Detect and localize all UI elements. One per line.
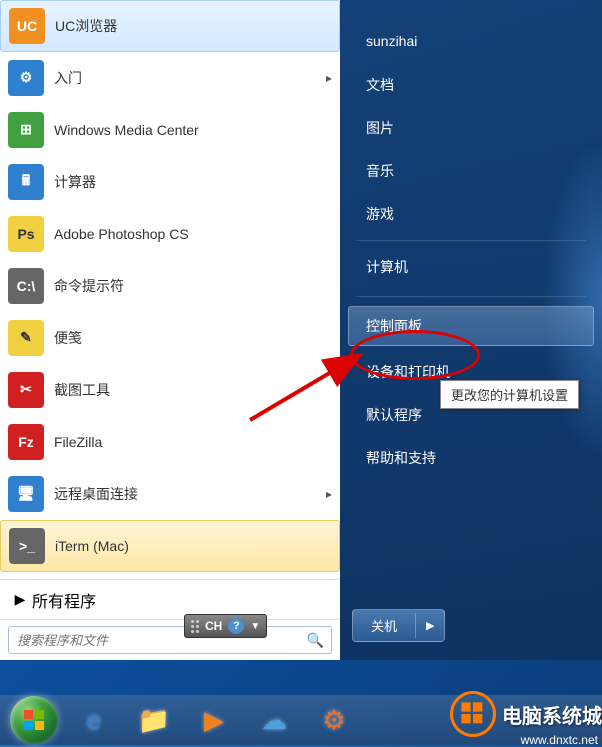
explorer-icon: 📁 <box>138 705 170 736</box>
right-item-图片[interactable]: 图片 <box>348 108 594 148</box>
right-item-音乐[interactable]: 音乐 <box>348 151 594 191</box>
program-label: 入门 <box>54 68 82 88</box>
taskbar-cloud-icon[interactable]: ☁ <box>246 699 302 741</box>
taskbar-settings-icon[interactable]: ⚙ <box>306 699 362 741</box>
getting-started-icon: ⚙ <box>8 60 44 96</box>
filezilla-icon: Fz <box>8 424 44 460</box>
shutdown-button[interactable]: 关机 ▶ <box>352 609 445 642</box>
user-name-link[interactable]: sunzihai <box>348 23 594 59</box>
media-center-icon: ⊞ <box>8 112 44 148</box>
shutdown-options-arrow[interactable]: ▶ <box>415 613 444 638</box>
program-label: iTerm (Mac) <box>55 538 129 554</box>
snipping-tool-icon: ✂ <box>8 372 44 408</box>
all-programs-label: 所有程序 <box>32 588 96 612</box>
cmd-icon: C:\ <box>8 268 44 304</box>
start-menu: UC UC浏览器 ⚙ 入门 ⊞ Windows Media Center 🖩 计算器 Ps Ado… <box>0 0 602 660</box>
program-item-0[interactable]: UC UC浏览器 <box>0 0 340 52</box>
program-item-7[interactable]: ✂ 截图工具 <box>0 364 340 416</box>
cloud-icon: ☁ <box>261 705 287 736</box>
program-list: UC UC浏览器 ⚙ 入门 ⊞ Windows Media Center 🖩 计算器 Ps Ado… <box>0 0 340 579</box>
program-label: 计算器 <box>54 172 96 192</box>
program-label: UC浏览器 <box>55 16 117 36</box>
ime-language-label[interactable]: CH <box>205 619 222 633</box>
ime-dropdown-icon[interactable]: ▼ <box>250 621 260 632</box>
program-item-9[interactable]: 🖥 远程桌面连接 <box>0 468 340 520</box>
program-label: Adobe Photoshop CS <box>54 226 189 242</box>
right-item-帮助和支持[interactable]: 帮助和支持 <box>348 438 594 478</box>
separator <box>356 296 586 297</box>
program-item-4[interactable]: Ps Adobe Photoshop CS <box>0 208 340 260</box>
separator <box>356 240 586 241</box>
start-button[interactable] <box>6 699 62 741</box>
windows-orb-icon <box>10 696 58 744</box>
arrow-right-icon: ▶ <box>8 591 32 608</box>
taskbar-explorer-icon[interactable]: 📁 <box>126 699 182 741</box>
program-item-5[interactable]: C:\ 命令提示符 <box>0 260 340 312</box>
start-menu-right-panel: sunzihai 文档图片音乐游戏计算机 控制面板 设备和打印机默认程序帮助和支… <box>340 0 602 660</box>
program-label: FileZilla <box>54 434 102 450</box>
ie-icon: e <box>87 705 101 736</box>
program-item-6[interactable]: ✎ 便笺 <box>0 312 340 364</box>
taskbar-ie-icon[interactable]: e <box>66 699 122 741</box>
sticky-notes-icon: ✎ <box>8 320 44 356</box>
ime-toolbar[interactable]: CH ? ▼ <box>184 614 267 638</box>
all-programs-button[interactable]: ▶ 所有程序 <box>0 579 340 619</box>
uc-browser-icon: UC <box>9 8 45 44</box>
calculator-icon: 🖩 <box>8 164 44 200</box>
taskbar: e 📁 ▶ ☁ ⚙ <box>0 695 602 745</box>
program-item-2[interactable]: ⊞ Windows Media Center <box>0 104 340 156</box>
program-label: Windows Media Center <box>54 122 199 138</box>
right-item-文档[interactable]: 文档 <box>348 65 594 105</box>
program-item-8[interactable]: Fz FileZilla <box>0 416 340 468</box>
iterm-icon: >_ <box>9 528 45 564</box>
media-player-icon: ▶ <box>204 705 224 736</box>
tooltip: 更改您的计算机设置 <box>440 380 579 409</box>
right-item-游戏[interactable]: 游戏 <box>348 194 594 234</box>
search-icon: 🔍 <box>307 632 324 649</box>
photoshop-icon: Ps <box>8 216 44 252</box>
shutdown-label: 关机 <box>353 610 415 641</box>
start-menu-left-panel: UC UC浏览器 ⚙ 入门 ⊞ Windows Media Center 🖩 计算器 Ps Ado… <box>0 0 340 660</box>
program-label: 远程桌面连接 <box>54 484 138 504</box>
program-item-3[interactable]: 🖩 计算器 <box>0 156 340 208</box>
program-label: 便笺 <box>54 328 82 348</box>
taskbar-media-player-icon[interactable]: ▶ <box>186 699 242 741</box>
search-box: 🔍 <box>0 619 340 660</box>
settings-icon: ⚙ <box>322 705 345 736</box>
program-label: 命令提示符 <box>54 276 124 296</box>
remote-desktop-icon: 🖥 <box>8 476 44 512</box>
control-panel-link[interactable]: 控制面板 <box>348 306 594 346</box>
program-item-10[interactable]: >_ iTerm (Mac) <box>0 520 340 572</box>
search-input[interactable] <box>8 626 332 654</box>
right-item-计算机[interactable]: 计算机 <box>348 247 594 287</box>
ime-help-icon[interactable]: ? <box>228 618 244 634</box>
program-label: 截图工具 <box>54 380 110 400</box>
program-item-1[interactable]: ⚙ 入门 <box>0 52 340 104</box>
